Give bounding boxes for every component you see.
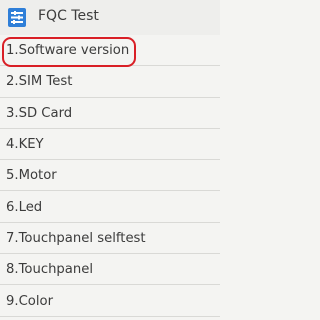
list-item-label: 9.Color: [6, 293, 54, 309]
page-title: FQC Test: [38, 8, 99, 24]
list-item-label: 8.Touchpanel: [6, 262, 94, 278]
list-item-software-version[interactable]: 1.Software version: [0, 35, 220, 67]
list-item-label: 7.Touchpanel selftest: [6, 230, 146, 246]
list-item-label: 5.Motor: [6, 168, 57, 184]
test-list: 1.Software version 2.SIM Test 3.SD Card …: [0, 35, 220, 317]
settings-tool-icon: [8, 8, 26, 27]
list-item-label: 1.Software version: [6, 43, 130, 59]
list-item-motor[interactable]: 5.Motor: [0, 160, 220, 192]
list-item-key[interactable]: 4.KEY: [0, 129, 220, 161]
list-item-touchpanel[interactable]: 8.Touchpanel: [0, 254, 220, 286]
list-item-touchpanel-selftest[interactable]: 7.Touchpanel selftest: [0, 223, 220, 255]
list-item-sd-card[interactable]: 3.SD Card: [0, 98, 220, 130]
list-item-label: 3.SD Card: [6, 105, 73, 121]
list-item-color[interactable]: 9.Color: [0, 285, 220, 317]
list-item-label: 4.KEY: [6, 137, 44, 153]
list-item-label: 2.SIM Test: [6, 74, 73, 90]
list-item-label: 6.Led: [6, 199, 43, 215]
list-item-sim-test[interactable]: 2.SIM Test: [0, 66, 220, 98]
title-bar: FQC Test: [0, 0, 220, 35]
list-item-led[interactable]: 6.Led: [0, 191, 220, 224]
